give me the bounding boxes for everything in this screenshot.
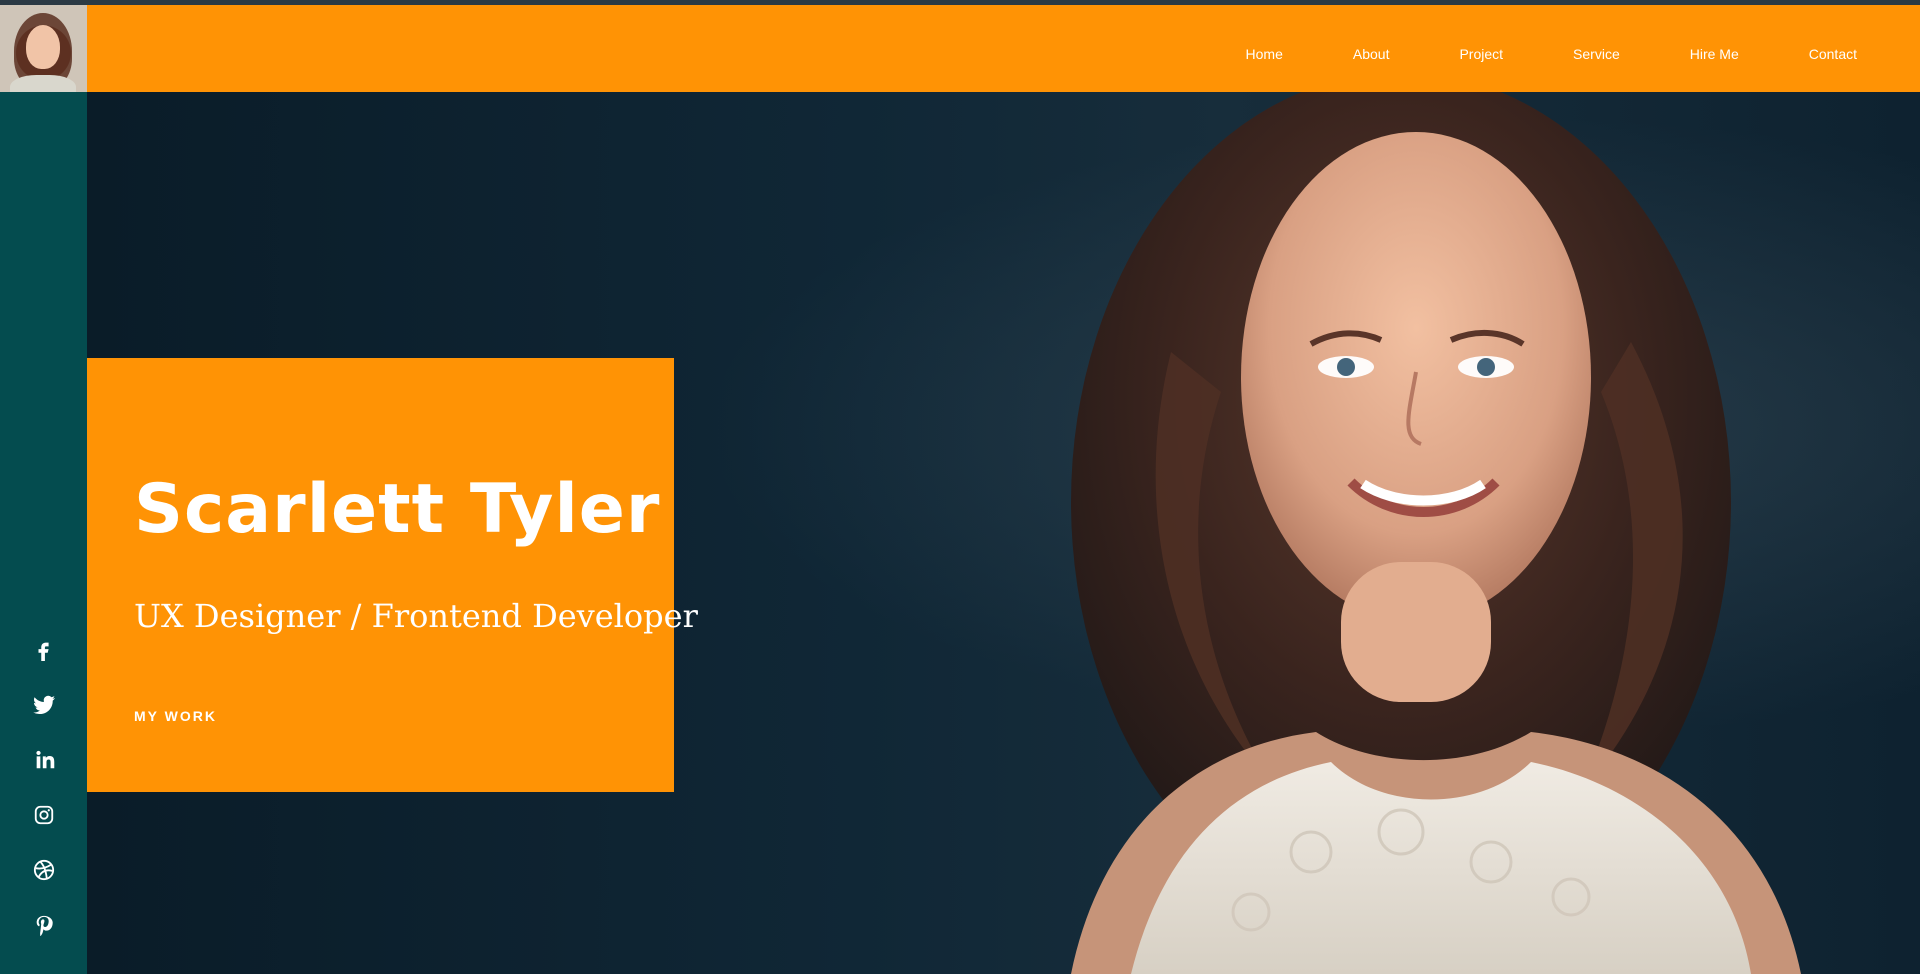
- nav-home[interactable]: Home: [1246, 46, 1283, 62]
- nav-about[interactable]: About: [1353, 46, 1390, 62]
- nav-hire-me[interactable]: Hire Me: [1690, 46, 1739, 62]
- twitter-icon[interactable]: [0, 683, 87, 727]
- person-name: Scarlett Tyler: [134, 469, 661, 549]
- site-header: Home About Project Service Hire Me Conta…: [0, 5, 1920, 92]
- hero-portrait: [1071, 92, 1801, 974]
- nav-project[interactable]: Project: [1459, 46, 1503, 62]
- person-role: UX Designer / Frontend Developer: [134, 597, 698, 635]
- avatar-shirt: [10, 75, 76, 92]
- my-work-link[interactable]: MY WORK: [134, 708, 217, 724]
- pinterest-icon[interactable]: [0, 903, 87, 947]
- social-sidebar: [0, 92, 87, 974]
- avatar-face: [26, 25, 60, 69]
- avatar[interactable]: [0, 5, 87, 92]
- instagram-icon[interactable]: [0, 793, 87, 837]
- nav-contact[interactable]: Contact: [1809, 46, 1857, 62]
- intro-card: Scarlett Tyler UX Designer / Frontend De…: [87, 358, 698, 792]
- facebook-icon[interactable]: [0, 628, 87, 672]
- dribbble-icon[interactable]: [0, 848, 87, 892]
- linkedin-icon[interactable]: [0, 738, 87, 782]
- main-navigation: Home About Project Service Hire Me Conta…: [1176, 10, 1857, 97]
- nav-service[interactable]: Service: [1573, 46, 1620, 62]
